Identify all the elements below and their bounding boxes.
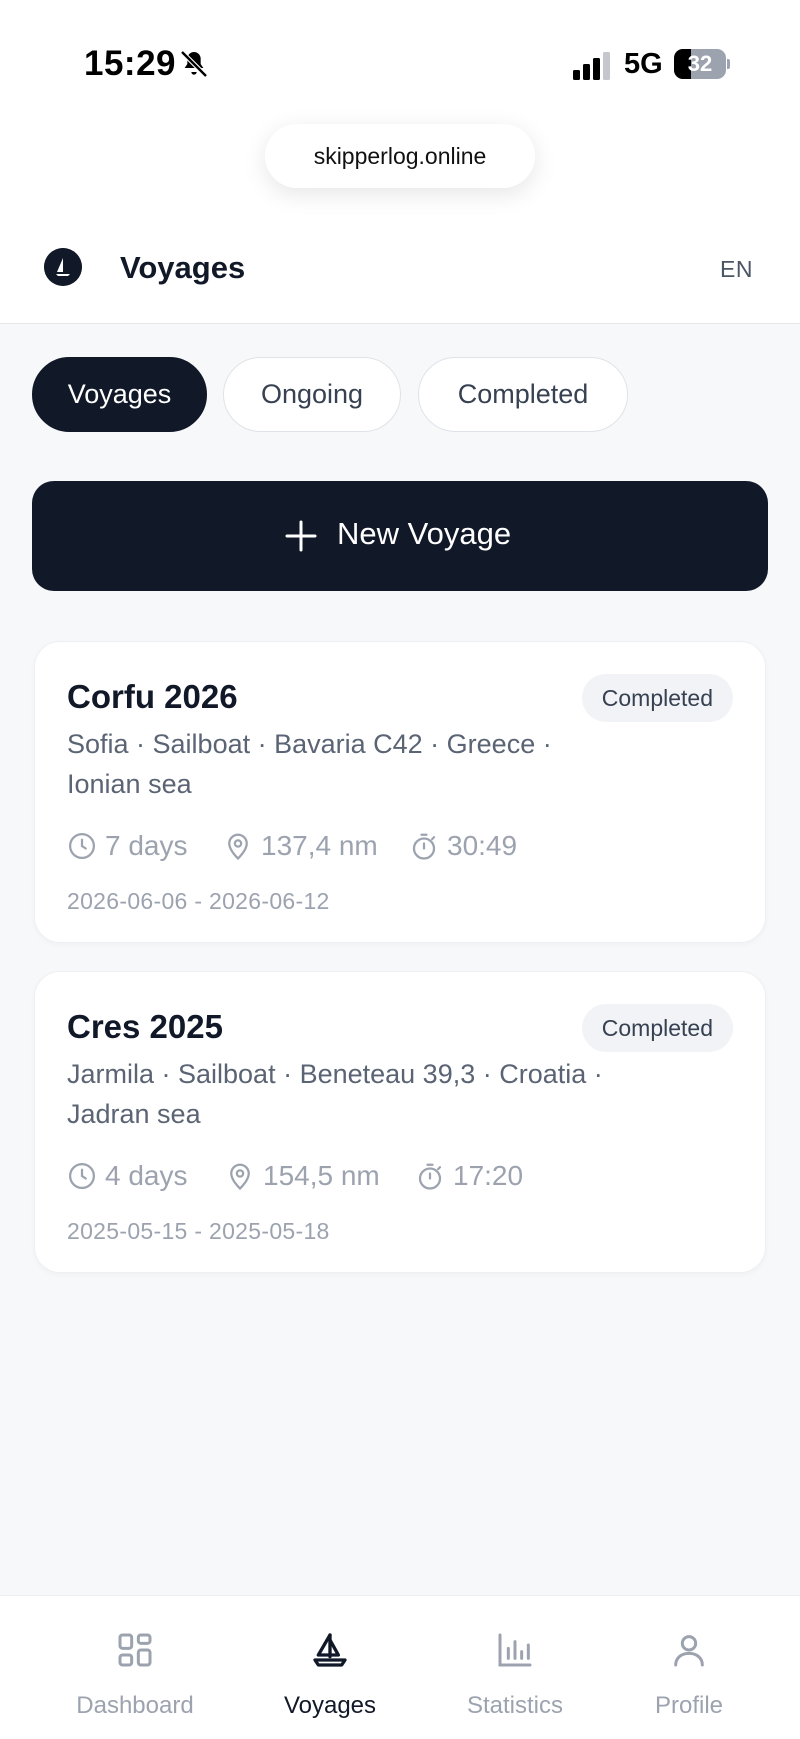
voyage-details: Jarmila · Sailboat · Beneteau 39,3 · Cro…	[67, 1059, 603, 1129]
new-voyage-label: New Voyage	[337, 516, 512, 551]
url-bar[interactable]: skipperlog.online	[265, 124, 535, 188]
stopwatch-icon	[418, 1163, 442, 1190]
stat-days-value: 7 days	[105, 830, 188, 861]
grid-icon	[118, 1633, 152, 1667]
voyage-card[interactable]: Corfu 2026 Completed Sofia · Sailboat · …	[34, 641, 766, 943]
stat-duration-value: 30:49	[447, 830, 518, 861]
user-icon	[674, 1635, 704, 1667]
status-badge: Completed	[581, 674, 733, 722]
stat-distance-value: 154,5 nm	[263, 1160, 380, 1191]
bar-chart-icon	[498, 1633, 532, 1667]
nav-label: Voyages	[283, 1692, 377, 1719]
status-badge: Completed	[581, 1004, 733, 1052]
voyage-dates: 2026-06-06 - 2026-06-12	[67, 888, 330, 914]
new-voyage-button[interactable]: New Voyage	[32, 481, 768, 591]
stat-distance-value: 137,4 nm	[261, 830, 378, 861]
nav-label: Profile	[654, 1692, 724, 1719]
plus-icon	[285, 520, 317, 552]
tab-ongoing[interactable]: Ongoing	[223, 357, 401, 432]
map-pin-icon	[230, 1163, 250, 1191]
sailboat-logo-icon[interactable]	[44, 248, 82, 286]
battery-percent: 32	[687, 51, 713, 76]
language-toggle[interactable]: EN	[720, 256, 753, 283]
tab-voyages[interactable]: Voyages	[32, 357, 207, 432]
nav-item-statistics[interactable]: Statistics	[435, 1596, 595, 1739]
voyage-dates: 2025-05-15 - 2025-05-18	[67, 1218, 330, 1244]
signal-icon	[573, 52, 610, 80]
status-time: 15:29	[84, 44, 177, 83]
clock-icon	[69, 833, 95, 859]
tab-completed[interactable]: Completed	[418, 357, 628, 432]
nav-label: Statistics	[466, 1692, 564, 1719]
clock-icon	[69, 1163, 95, 1189]
network-label: 5G	[624, 48, 663, 80]
bottom-nav: Dashboard Voyages Statistics Profile	[0, 1595, 800, 1739]
nav-item-dashboard[interactable]: Dashboard	[55, 1596, 215, 1739]
stat-duration-value: 17:20	[453, 1160, 524, 1191]
status-bar: 15:29 5G 32	[0, 0, 800, 120]
map-pin-icon	[228, 833, 248, 861]
app-header: Voyages EN	[0, 216, 800, 324]
bell-off-icon	[180, 50, 208, 78]
sailboat-icon	[313, 1633, 347, 1667]
nav-item-voyages[interactable]: Voyages	[250, 1596, 410, 1739]
stopwatch-icon	[412, 833, 436, 860]
page-title: Voyages	[120, 250, 246, 285]
stat-days-value: 4 days	[105, 1160, 188, 1191]
battery-icon: 32	[674, 49, 730, 79]
voyage-title: Corfu 2026	[67, 678, 238, 715]
browser-url-area: skipperlog.online	[0, 120, 800, 216]
voyage-card[interactable]: Cres 2025 Completed Jarmila · Sailboat ·…	[34, 971, 766, 1273]
voyage-details: Sofia · Sailboat · Bavaria C42 · Greece …	[67, 729, 552, 799]
voyage-title: Cres 2025	[67, 1008, 223, 1045]
nav-item-profile[interactable]: Profile	[609, 1596, 769, 1739]
nav-label: Dashboard	[76, 1692, 194, 1719]
